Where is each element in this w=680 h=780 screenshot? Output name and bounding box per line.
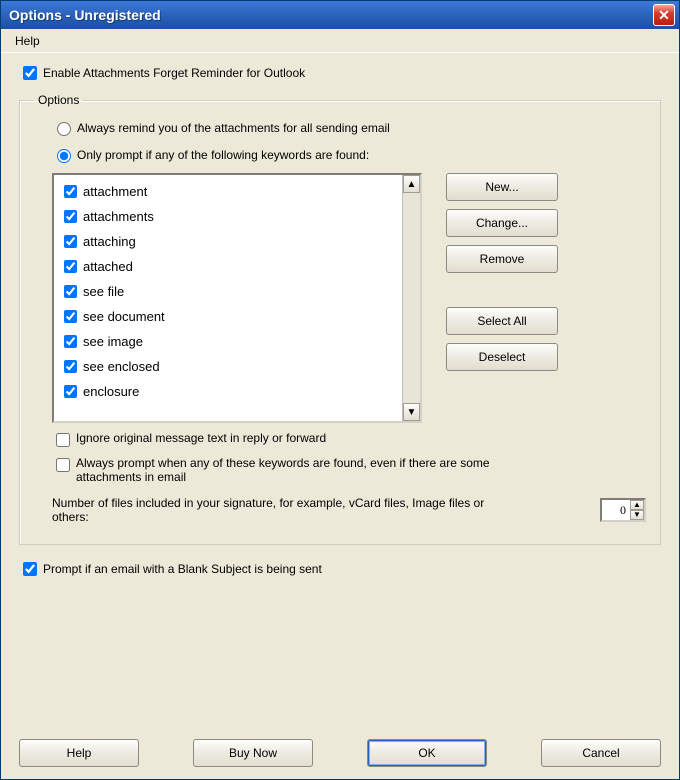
- keyword-label: attaching: [83, 234, 136, 249]
- menubar: Help: [1, 29, 679, 53]
- blank-subject-label: Prompt if an email with a Blank Subject …: [43, 562, 322, 576]
- list-item[interactable]: attachment: [56, 179, 400, 204]
- titlebar: Options - Unregistered ✕: [1, 1, 679, 29]
- keyword-checkbox[interactable]: [64, 260, 77, 273]
- list-item[interactable]: enclosure: [56, 379, 400, 404]
- keyword-label: enclosure: [83, 384, 139, 399]
- list-item[interactable]: see document: [56, 304, 400, 329]
- ignore-original-label: Ignore original message text in reply or…: [76, 431, 326, 445]
- keyword-checkbox[interactable]: [64, 335, 77, 348]
- signature-input[interactable]: [602, 503, 630, 518]
- cancel-button[interactable]: Cancel: [541, 739, 661, 767]
- list-item[interactable]: see enclosed: [56, 354, 400, 379]
- keyword-label: see file: [83, 284, 124, 299]
- buy-now-button[interactable]: Buy Now: [193, 739, 313, 767]
- spinner-buttons: ▲ ▼: [630, 500, 644, 520]
- new-button[interactable]: New...: [446, 173, 558, 201]
- scroll-up-button[interactable]: ▲: [403, 175, 420, 193]
- keyword-label: see document: [83, 309, 165, 324]
- signature-label: Number of files included in your signatu…: [52, 496, 492, 524]
- window-title: Options - Unregistered: [9, 7, 161, 23]
- chevron-down-icon: ▼: [407, 407, 417, 418]
- close-icon: ✕: [658, 7, 670, 24]
- signature-row: Number of files included in your signatu…: [52, 496, 646, 524]
- dialog-buttons: Help Buy Now OK Cancel: [19, 731, 661, 767]
- keyword-checkbox[interactable]: [64, 360, 77, 373]
- enable-reminder-checkbox[interactable]: [23, 66, 37, 80]
- signature-spinner[interactable]: ▲ ▼: [600, 498, 646, 522]
- radio-always-label: Always remind you of the attachments for…: [77, 121, 390, 135]
- blank-subject-checkbox[interactable]: [23, 562, 37, 576]
- blank-subject-row[interactable]: Prompt if an email with a Blank Subject …: [19, 559, 661, 579]
- triangle-down-icon: ▼: [633, 510, 641, 519]
- always-prompt-checkbox[interactable]: [56, 458, 70, 472]
- keyword-checkbox[interactable]: [64, 235, 77, 248]
- keyword-label: see image: [83, 334, 143, 349]
- radio-always-row[interactable]: Always remind you of the attachments for…: [52, 119, 646, 136]
- list-item[interactable]: see file: [56, 279, 400, 304]
- keyword-checkbox[interactable]: [64, 185, 77, 198]
- keyword-area: attachment attachments attaching attached se…: [52, 173, 646, 423]
- keyword-label: attached: [83, 259, 133, 274]
- enable-reminder-label: Enable Attachments Forget Reminder for O…: [43, 66, 305, 80]
- keyword-checkbox[interactable]: [64, 285, 77, 298]
- select-all-button[interactable]: Select All: [446, 307, 558, 335]
- radio-keywords[interactable]: [57, 149, 71, 163]
- close-button[interactable]: ✕: [653, 4, 675, 26]
- radio-always[interactable]: [57, 122, 71, 136]
- list-item[interactable]: attached: [56, 254, 400, 279]
- enable-reminder-row[interactable]: Enable Attachments Forget Reminder for O…: [19, 63, 661, 83]
- deselect-button[interactable]: Deselect: [446, 343, 558, 371]
- keyword-listbox[interactable]: attachment attachments attaching attached se…: [52, 173, 422, 423]
- menu-help[interactable]: Help: [7, 32, 48, 50]
- list-item[interactable]: attaching: [56, 229, 400, 254]
- keyword-checkbox[interactable]: [64, 385, 77, 398]
- options-legend: Options: [34, 93, 83, 107]
- list-item[interactable]: attachments: [56, 204, 400, 229]
- chevron-up-icon: ▲: [407, 179, 417, 190]
- spin-up-button[interactable]: ▲: [630, 500, 644, 510]
- help-button[interactable]: Help: [19, 739, 139, 767]
- scrollbar[interactable]: ▲ ▼: [402, 175, 420, 421]
- spin-down-button[interactable]: ▼: [630, 510, 644, 520]
- scroll-down-button[interactable]: ▼: [403, 403, 420, 421]
- keyword-label: see enclosed: [83, 359, 160, 374]
- keyword-buttons: New... Change... Remove Select All Desel…: [446, 173, 558, 423]
- radio-keywords-row[interactable]: Only prompt if any of the following keyw…: [52, 146, 646, 163]
- keyword-list-inner: attachment attachments attaching attached se…: [54, 175, 402, 421]
- ignore-original-row[interactable]: Ignore original message text in reply or…: [52, 431, 646, 450]
- triangle-up-icon: ▲: [633, 500, 641, 509]
- keyword-label: attachment: [83, 184, 147, 199]
- keyword-checkbox[interactable]: [64, 310, 77, 323]
- list-item[interactable]: see image: [56, 329, 400, 354]
- keyword-label: attachments: [83, 209, 154, 224]
- ignore-original-checkbox[interactable]: [56, 433, 70, 447]
- options-group: Options Always remind you of the attachm…: [19, 93, 661, 545]
- client-area: Enable Attachments Forget Reminder for O…: [1, 53, 679, 779]
- radio-keywords-label: Only prompt if any of the following keyw…: [77, 148, 369, 162]
- ok-button[interactable]: OK: [367, 739, 487, 767]
- always-prompt-label: Always prompt when any of these keywords…: [76, 456, 556, 484]
- change-button[interactable]: Change...: [446, 209, 558, 237]
- remove-button[interactable]: Remove: [446, 245, 558, 273]
- keyword-checkbox[interactable]: [64, 210, 77, 223]
- options-window: Options - Unregistered ✕ Help Enable Att…: [0, 0, 680, 780]
- always-prompt-row[interactable]: Always prompt when any of these keywords…: [52, 456, 646, 484]
